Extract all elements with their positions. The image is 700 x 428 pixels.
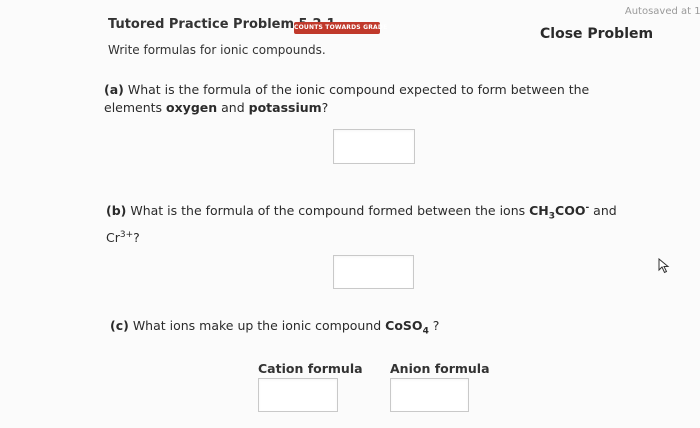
compound-coso4: CoSO4 — [385, 318, 429, 337]
cation-formula-input[interactable] — [258, 378, 338, 412]
instructions-text: Write formulas for ionic compounds. — [108, 43, 326, 57]
autosaved-status: Autosaved at 1: — [624, 6, 700, 17]
ion-chromium: Cr3+ — [106, 229, 134, 245]
anion-formula-input[interactable] — [390, 378, 469, 412]
close-problem-button[interactable]: Close Problem — [540, 26, 653, 42]
answer-b-input[interactable] — [333, 255, 414, 289]
question-b: (b) What is the formula of the compound … — [106, 199, 626, 247]
question-b-text-and: and — [589, 203, 617, 219]
question-b-qmark: ? — [133, 229, 140, 245]
question-a: (a) What is the formula of the ionic com… — [104, 81, 604, 117]
element-potassium: potassium — [248, 100, 322, 115]
counts-towards-grade-badge: COUNTS TOWARDS GRADE — [294, 22, 387, 34]
question-a-qmark: ? — [321, 100, 329, 115]
question-c-qmark: ? — [428, 318, 440, 333]
element-oxygen: oxygen — [166, 100, 218, 115]
question-c-text: What ions make up the ionic compound — [128, 318, 386, 333]
ion-acetate: CH3COO- — [529, 203, 590, 222]
cation-formula-label: Cation formula — [258, 361, 363, 376]
anion-formula-label: Anion formula — [390, 361, 490, 376]
question-c-label: (c) — [110, 318, 129, 333]
question-c: (c) What ions make up the ionic compound… — [110, 317, 510, 341]
question-a-label: (a) — [104, 82, 124, 97]
question-a-text-and: and — [217, 100, 249, 115]
mouse-pointer-icon — [658, 258, 670, 274]
question-b-text: What is the formula of the compound form… — [126, 203, 530, 219]
question-b-label: (b) — [106, 203, 127, 219]
answer-a-input[interactable] — [333, 129, 415, 164]
